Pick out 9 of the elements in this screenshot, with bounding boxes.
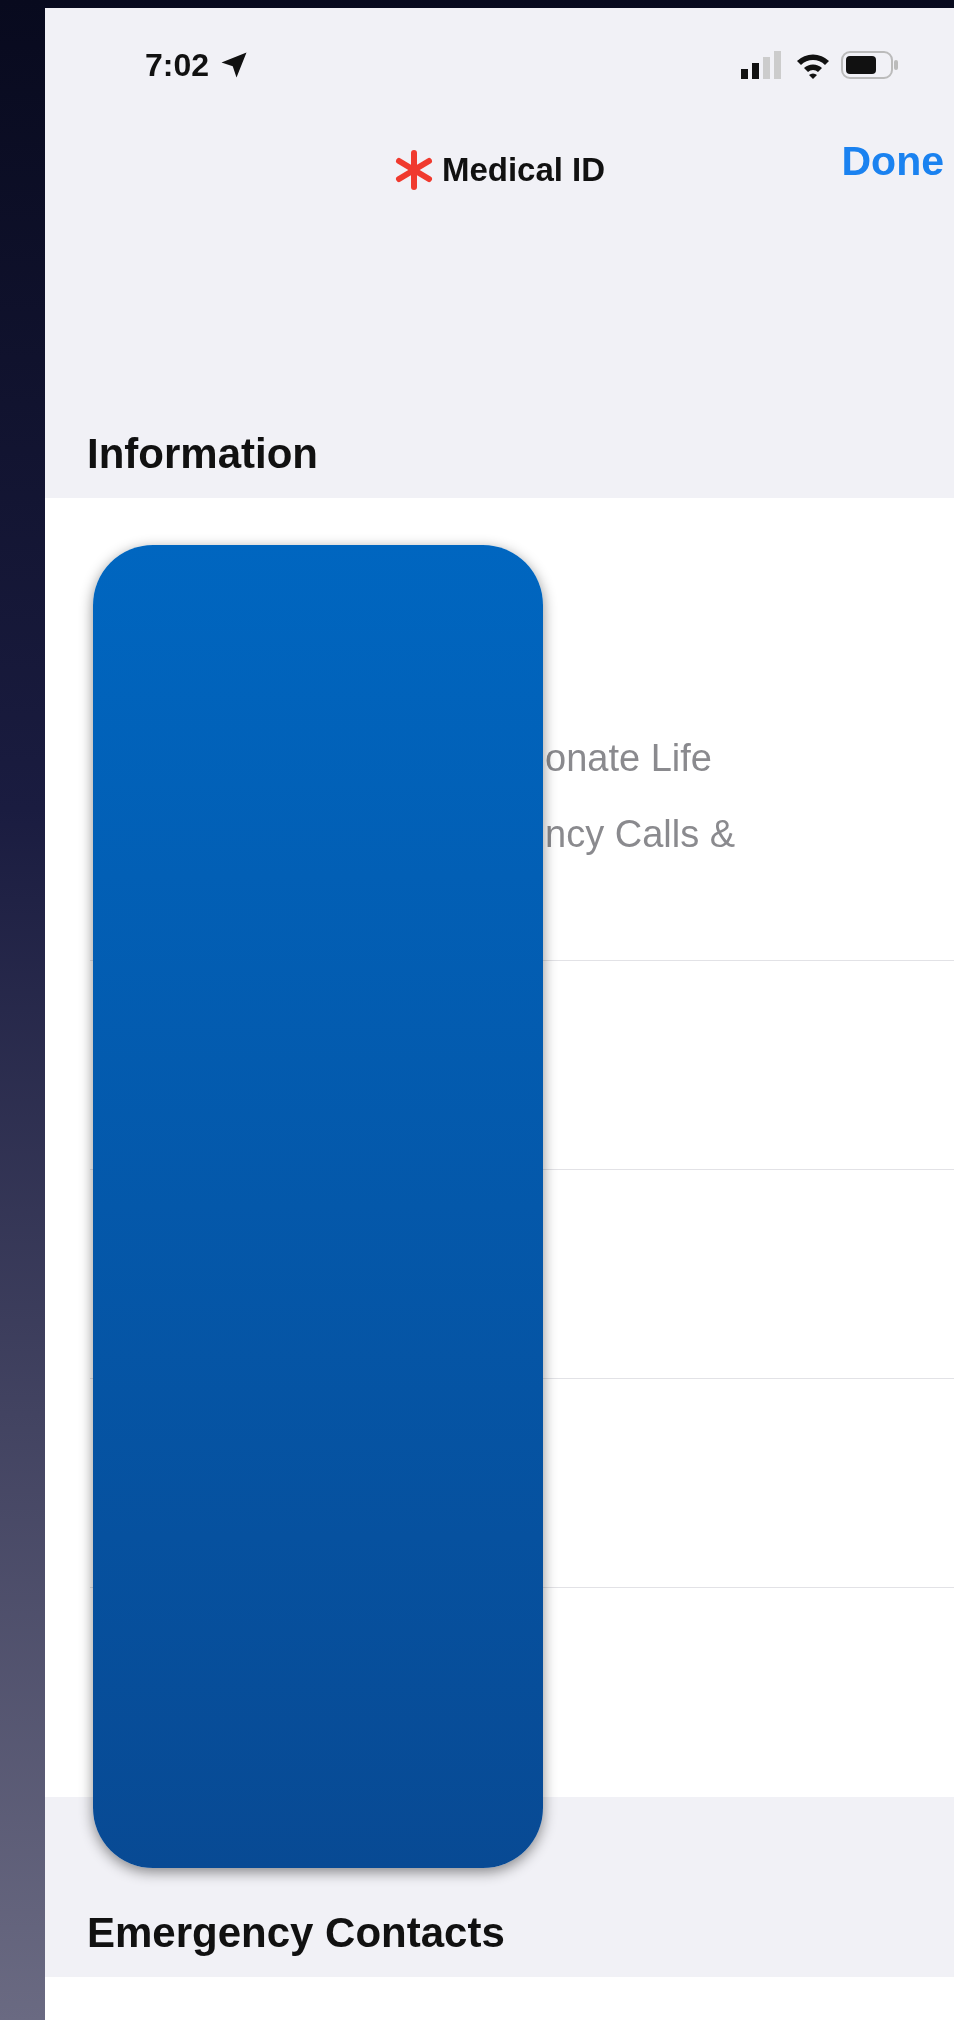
battery-icon	[841, 51, 899, 79]
nav-title: Medical ID	[441, 151, 606, 189]
done-button[interactable]: Done	[841, 138, 944, 185]
section-header: Information	[86, 430, 319, 479]
section-header: Emergency Contacts	[86, 1909, 506, 1958]
status-time: 7:02	[145, 46, 210, 84]
row-text: onate Life	[545, 736, 713, 781]
asterisk-icon	[393, 150, 434, 190]
row-text: ncy Calls &	[545, 812, 737, 857]
